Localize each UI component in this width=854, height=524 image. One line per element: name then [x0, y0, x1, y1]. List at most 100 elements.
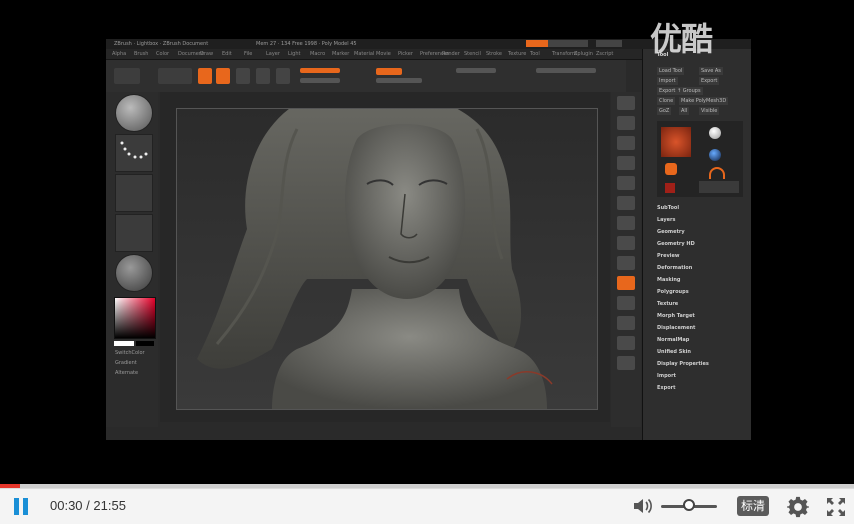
player-controls: 00:30 / 21:55 标清 [0, 488, 854, 524]
current-tool-thumbnail [661, 127, 691, 157]
import-button: Import [657, 77, 678, 85]
bpr-button [617, 96, 635, 110]
total-points-readout [456, 68, 496, 73]
tool-section-polygroups: Polygroups [657, 289, 689, 295]
zbrush-left-tray: SwitchColor Gradient Alternate [106, 92, 158, 427]
tool-section-export: Export [657, 385, 676, 391]
zbrush-canvas [160, 88, 610, 422]
projection-master-button [158, 68, 192, 84]
persp-button [617, 216, 635, 230]
tool-section-layers: Layers [657, 217, 676, 223]
zbrush-menu-item: Stencil [464, 51, 481, 57]
export-groups-button: Export ↑ Groups [657, 87, 703, 95]
export-button: Export [699, 77, 720, 85]
all-button: All [679, 107, 690, 115]
document-frame [176, 88, 598, 410]
zbrush-menu-item: File [244, 51, 253, 57]
zbrush-title-left: ZBrush · Lightbox · ZBrush Document [114, 41, 209, 47]
rotate-mode-button [276, 68, 290, 84]
time-display: 00:30 / 21:55 [50, 498, 126, 513]
xyz-button [617, 276, 635, 290]
tool-section-deformation: Deformation [657, 265, 693, 271]
draw-mode-button [216, 68, 230, 84]
main-color-swatch [114, 341, 134, 346]
quality-button[interactable]: 标清 [737, 496, 769, 516]
material-thumbnail [115, 254, 153, 292]
tool-thumbnails [657, 121, 743, 197]
secondary-color-swatch [136, 341, 154, 346]
video-frame[interactable]: ZBrush · Lightbox · ZBrush Document Mem … [0, 0, 854, 484]
aahalf-button [617, 196, 635, 210]
pause-button[interactable] [14, 498, 30, 515]
zbrush-help-button [596, 40, 622, 47]
tool-section-subtool: SubTool [657, 205, 680, 211]
zbrush-tool-panel: Tool Load Tool Save As Import Export Exp… [642, 49, 751, 440]
zbrush-menu-item: Marker [332, 51, 350, 57]
z-intensity-slider [376, 78, 422, 83]
brush-thumbnail [115, 94, 153, 132]
zbrush-menu-item: Edit [222, 51, 232, 57]
zbrush-menu-item: Tool [530, 51, 540, 57]
zbrush-top-shelf [106, 60, 626, 92]
sphere3d-icon [709, 127, 721, 139]
tool-section-normalmap: NormalMap [657, 337, 690, 343]
zbrush-menu-item: Layer [266, 51, 280, 57]
zbrush-window: ZBrush · Lightbox · ZBrush Document Mem … [106, 39, 751, 440]
local-button [617, 256, 635, 270]
switch-color-label: SwitchColor [115, 350, 145, 356]
zbrush-menus-button [526, 40, 550, 47]
time-separator: / [82, 498, 94, 513]
edit-mode-button [198, 68, 212, 84]
scale-mode-button [256, 68, 270, 84]
frame-button [617, 296, 635, 310]
load-tool-button: Load Tool [657, 67, 685, 75]
zbrush-right-shelf [611, 92, 641, 427]
tool-section-import: Import [657, 373, 676, 379]
simplebrush-icon [665, 163, 677, 175]
zbrush-menu-item: Alpha [112, 51, 127, 57]
stroke-dots-icon [120, 141, 148, 159]
zbrush-menu-item: Draw [200, 51, 214, 57]
tool-section-display-properties: Display Properties [657, 361, 709, 367]
scroll-button [617, 136, 635, 150]
alpha-thumbnail [115, 174, 153, 212]
spiral3d-icon [709, 167, 725, 179]
tool-section-morph-target: Morph Target [657, 313, 695, 319]
texture-thumbnail [115, 214, 153, 252]
pause-icon-bar-left [14, 498, 19, 515]
tool-section-displacement: Displacement [657, 325, 696, 331]
zbrush-menu-item: Macro [310, 51, 326, 57]
tool-section-texture: Texture [657, 301, 679, 307]
clone-button: Clone [657, 97, 676, 105]
lightbox-button [114, 68, 140, 84]
move-view-button [617, 316, 635, 330]
zbrush-menu-item: Texture [508, 51, 527, 57]
active-points-readout [536, 68, 596, 73]
sphereinner-icon [709, 149, 721, 161]
tool-section-unified-skin: Unified Skin [657, 349, 691, 355]
draw-size-slider [300, 68, 340, 73]
save-as-button: Save As [699, 67, 723, 75]
scale-view-button [617, 336, 635, 350]
zadd-button [376, 68, 402, 75]
focal-shift-slider [300, 78, 340, 83]
gradient-label: Gradient [115, 360, 137, 366]
visible-button: Visible [699, 107, 720, 115]
zbrush-menu-item: Light [288, 51, 301, 57]
zbrush-menu-item: Brush [134, 51, 149, 57]
fullscreen-icon[interactable] [826, 497, 846, 517]
volume-slider-handle[interactable] [683, 499, 695, 511]
zbrush-title-mid: Mem 27 · 134 Free 1998 · Poly Model 45 [256, 41, 357, 47]
zbrush-menu-item: Zscript [596, 51, 614, 57]
polymesh-icon [665, 183, 675, 193]
zbrush-menu-item: Movie [376, 51, 391, 57]
subtool-thumbnail [699, 181, 739, 193]
volume-icon[interactable] [632, 497, 654, 515]
settings-gear-icon[interactable] [787, 496, 809, 518]
zbrush-menu-item: Color [156, 51, 170, 57]
current-time: 00:30 [50, 498, 83, 513]
actual-button [617, 176, 635, 190]
alternate-label: Alternate [115, 370, 139, 376]
tool-section-geometry: Geometry [657, 229, 685, 235]
sculpt-bust-figure [197, 88, 553, 409]
